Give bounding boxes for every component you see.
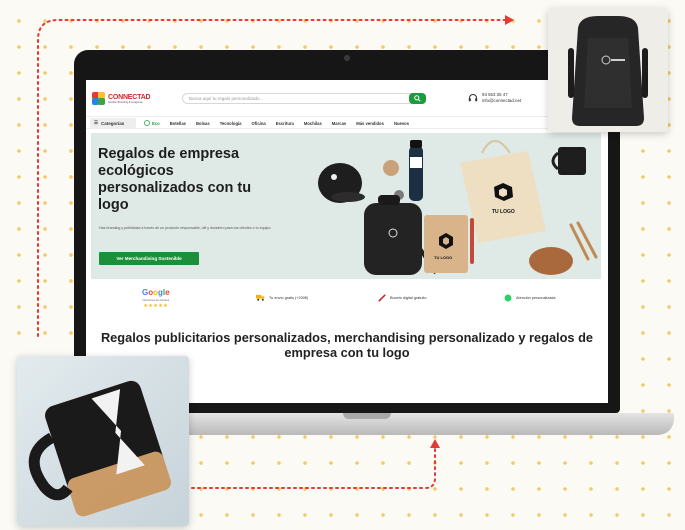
cutlery-image [569, 221, 598, 261]
nav-item-oficina[interactable]: Oficina [252, 121, 266, 126]
laptop-notch [343, 413, 391, 419]
mug-photo-card [17, 356, 189, 526]
bowl-image [529, 247, 573, 275]
google-logo: Google [142, 288, 170, 297]
nav-item-botellas[interactable]: Botellas [170, 121, 186, 126]
whatsapp-icon [504, 294, 512, 302]
backpack-photo-card [548, 8, 668, 132]
categories-label: Categorías [101, 120, 125, 126]
site-logo[interactable]: CONNECTAD Gestión Branding & Imágenes [92, 92, 151, 105]
search-button[interactable] [409, 93, 426, 104]
mug-image [551, 147, 586, 175]
backpack-image [364, 195, 422, 275]
truck-icon [256, 294, 265, 301]
menu-icon: ☰ [94, 120, 99, 125]
notebook-image: TU LOGO [424, 215, 474, 273]
headset-icon [468, 94, 478, 102]
nav-item-marcas[interactable]: Marcas [332, 121, 346, 126]
nav-item-eco[interactable]: Eco [144, 120, 160, 126]
tote-logo-text: TU LOGO [492, 209, 515, 215]
trust-bar: Google Opiniones de clientes ★★★★★ Tu en… [86, 283, 608, 315]
free-sketch: Boceto digital gratuito [378, 294, 427, 302]
backpack-photo [548, 8, 668, 132]
website-screen: CONNECTAD Gestión Branding & Imágenes Bu… [86, 80, 608, 403]
nav-item-escritura[interactable]: Escritura [276, 121, 294, 126]
camera-dot [344, 55, 350, 61]
google-sub: Opiniones de clientes [142, 298, 170, 302]
brand-tagline: Gestión Branding & Imágenes [108, 100, 143, 104]
contact-info: 93 553 35 47 info@connectad.net [468, 92, 521, 104]
pencil-icon [378, 294, 386, 302]
hero-title: Regalos de empresa ecológicos personaliz… [98, 146, 252, 213]
free-shipping: Tu envío gratis (+200€) [256, 294, 308, 301]
sustainable-merch-button[interactable]: Ver Merchandising Sostenible [99, 252, 199, 265]
nav-item-mas-vendidos[interactable]: Más vendidos [356, 121, 384, 126]
nav-item-tecnologia[interactable]: Tecnología [220, 121, 242, 126]
site-header: CONNECTAD Gestión Branding & Imágenes Bu… [86, 80, 608, 114]
categories-button[interactable]: ☰ Categorías [90, 118, 136, 128]
google-reviews[interactable]: Google Opiniones de clientes ★★★★★ [142, 288, 170, 310]
logo-mark-icon [92, 92, 105, 105]
hero-banner: Regalos de empresa ecológicos personaliz… [91, 133, 601, 279]
nav-item-bolsas[interactable]: Bolsas [196, 121, 210, 126]
nav-item-mochilas[interactable]: Mochilas [304, 121, 322, 126]
mug-photo [17, 356, 189, 526]
hero-subtitle: Haz branding y publicidad a través de un… [99, 226, 272, 230]
email-address[interactable]: info@connectad.net [482, 98, 521, 104]
search-input[interactable]: Busca aquí tu regalo personalizado... [182, 93, 426, 104]
personal-attention: Atención personalizada [504, 294, 555, 302]
leaf-icon [144, 120, 150, 126]
nav-item-nuevos[interactable]: Nuevos [394, 121, 409, 126]
rating-stars: ★★★★★ [143, 303, 169, 309]
hero-product-collage: TU LOGO TU LOGO [318, 140, 598, 275]
brand-name: CONNECTAD [108, 93, 151, 101]
cap-image [318, 163, 365, 203]
main-nav: ☰ Categorías Eco Botellas Bolsas Tecnolo… [86, 116, 608, 129]
cup-image [383, 160, 399, 176]
search-icon [414, 95, 421, 102]
notebook-logo-text: TU LOGO [434, 255, 452, 260]
bottle-image [409, 140, 423, 201]
